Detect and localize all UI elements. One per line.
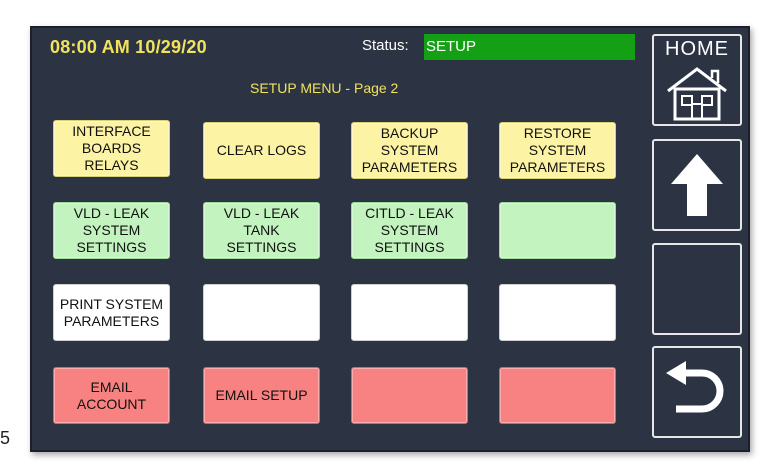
interface-boards-relays-button[interactable]: INTERFACE BOARDS RELAYS — [53, 120, 170, 177]
home-label: HOME — [665, 38, 729, 60]
email-account-button[interactable]: EMAIL ACCOUNT — [53, 367, 170, 424]
vld-leak-tank-settings-button[interactable]: VLD - LEAK TANK SETTINGS — [203, 202, 320, 259]
status-badge: SETUP — [424, 34, 635, 60]
blank-white-button-2[interactable] — [351, 284, 468, 341]
clear-logs-button[interactable]: CLEAR LOGS — [203, 122, 320, 179]
vld-leak-system-settings-button[interactable]: VLD - LEAK SYSTEM SETTINGS — [53, 202, 170, 259]
scroll-up-button[interactable] — [652, 139, 742, 231]
house-icon — [667, 67, 727, 121]
blank-side-button[interactable] — [652, 243, 742, 335]
back-button[interactable] — [652, 346, 742, 438]
citld-leak-system-settings-button[interactable]: CITLD - LEAK SYSTEM SETTINGS — [351, 202, 468, 259]
print-system-parameters-button[interactable]: PRINT SYSTEM PARAMETERS — [53, 284, 170, 341]
return-arrow-icon — [666, 361, 724, 413]
blank-white-button-3[interactable] — [499, 284, 616, 341]
clock-display: 08:00 AM 10/29/20 — [50, 37, 207, 57]
blank-red-button-2[interactable] — [499, 367, 616, 424]
home-button[interactable]: HOME — [652, 34, 742, 126]
backup-system-parameters-button[interactable]: BACKUP SYSTEM PARAMETERS — [351, 122, 468, 179]
blank-green-button[interactable] — [499, 202, 616, 259]
status-label: Status: — [362, 37, 409, 54]
blank-red-button-1[interactable] — [351, 367, 468, 424]
blank-white-button-1[interactable] — [203, 284, 320, 341]
menu-title: SETUP MENU - Page 2 — [250, 80, 399, 96]
page-number: 5 — [0, 428, 11, 448]
restore-system-parameters-button[interactable]: RESTORE SYSTEM PARAMETERS — [499, 122, 616, 179]
arrow-up-icon — [671, 154, 723, 216]
email-setup-button[interactable]: EMAIL SETUP — [203, 367, 320, 424]
